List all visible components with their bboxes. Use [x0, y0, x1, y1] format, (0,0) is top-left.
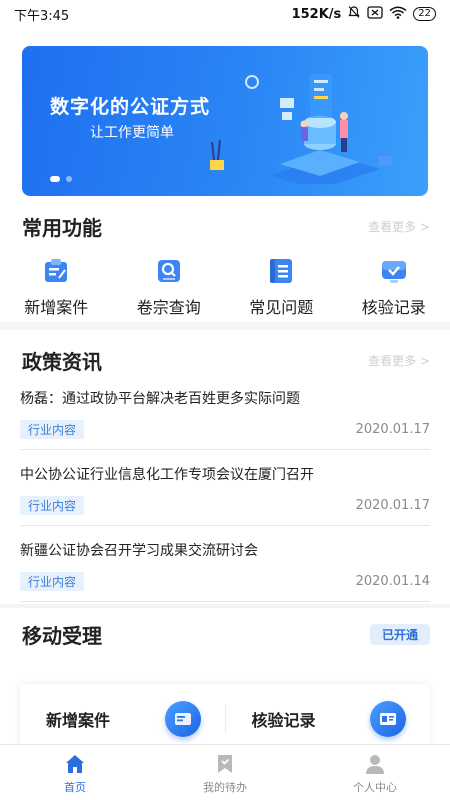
banner-dot — [66, 176, 72, 182]
quick-item-file-search[interactable]: 卷宗查询 — [113, 250, 226, 320]
banner-title: 数字化的公证方式 — [50, 96, 211, 118]
quick-item-faq[interactable]: 常见问题 — [225, 250, 338, 320]
tab-home[interactable]: 首页 — [0, 745, 150, 800]
status-time: 下午3:45 — [14, 8, 70, 24]
home-icon — [66, 755, 84, 773]
news-item[interactable]: 杨磊：通过政协平台解决老百姓更多实际问题 行业内容 2020.01.17 — [20, 388, 430, 450]
file-search-icon — [157, 260, 180, 282]
news-date: 2020.01.14 — [355, 574, 430, 589]
quick-functions-header: 常用功能 查看更多 > — [22, 212, 430, 241]
banner-illustration — [210, 74, 392, 184]
news-date: 2020.01.17 — [355, 422, 430, 437]
mobile-accept-header: 移动受理 已开通 — [22, 620, 430, 649]
faq-icon — [270, 259, 293, 283]
bottom-tab-bar: 首页 我的待办 个人中心 — [0, 744, 450, 800]
news-meta: 行业内容 2020.01.17 — [20, 420, 430, 439]
quick-item-label: 核验记录 — [361, 298, 426, 317]
news-tag: 行业内容 — [20, 572, 85, 591]
network-speed: 152K/s — [291, 6, 342, 22]
news-tag: 行业内容 — [20, 496, 85, 515]
battery-indicator: 22 — [413, 7, 436, 21]
status-right: 152K/s 22 — [292, 5, 436, 23]
tab-label: 我的待办 — [203, 781, 247, 794]
mute-bell-icon — [347, 5, 361, 23]
news-title: 新疆公证协会召开学习成果交流研讨会 — [20, 543, 258, 559]
case-form-icon — [164, 701, 201, 737]
news-tag: 行业内容 — [20, 420, 85, 439]
mobile-card-new-case[interactable]: 新增案件 — [20, 701, 225, 737]
quick-functions-more-link[interactable]: 查看更多 > — [368, 218, 430, 235]
new-case-icon — [45, 259, 68, 282]
banner-indicator — [50, 176, 72, 182]
mobile-card-label: 核验记录 — [251, 711, 316, 730]
news-date: 2020.01.17 — [355, 498, 430, 513]
news-item[interactable]: 新疆公证协会召开学习成果交流研讨会 行业内容 2020.01.14 — [20, 540, 430, 602]
sim-off-icon — [367, 5, 383, 23]
news-meta: 行业内容 2020.01.14 — [20, 572, 430, 591]
quick-item-label: 常见问题 — [249, 298, 314, 317]
banner-dot-active — [50, 176, 60, 182]
news-title: 杨磊：通过政协平台解决老百姓更多实际问题 — [20, 391, 300, 407]
mobile-card-label: 新增案件 — [46, 711, 111, 730]
banner-subtitle: 让工作更简单 — [90, 125, 174, 141]
policy-news-more-link[interactable]: 查看更多 > — [368, 352, 430, 369]
status-badge: 已开通 — [369, 624, 430, 645]
section-divider — [0, 604, 450, 608]
wifi-icon — [389, 6, 407, 23]
person-icon — [366, 755, 384, 774]
policy-news-header: 政策资讯 查看更多 > — [22, 346, 430, 375]
quick-item-verify-record[interactable]: 核验记录 — [338, 250, 450, 320]
policy-news-title: 政策资讯 — [22, 350, 102, 374]
news-meta: 行业内容 2020.01.17 — [20, 496, 430, 515]
quick-functions-title: 常用功能 — [22, 216, 102, 240]
bookmark-icon — [218, 755, 232, 773]
tab-profile[interactable]: 个人中心 — [300, 745, 450, 800]
section-divider — [0, 322, 450, 330]
quick-functions: 新增案件 卷宗查询 常见问题 核验记录 — [0, 250, 450, 320]
banner-carousel[interactable]: 数字化的公证方式 让工作更简单 — [22, 46, 428, 196]
quick-item-new-case[interactable]: 新增案件 — [0, 250, 113, 320]
quick-item-label: 卷宗查询 — [136, 298, 201, 317]
verify-record-icon — [381, 261, 406, 283]
tab-todo[interactable]: 我的待办 — [150, 745, 300, 800]
news-title: 中公协公证行业信息化工作专项会议在厦门召开 — [20, 467, 314, 483]
news-item[interactable]: 中公协公证行业信息化工作专项会议在厦门召开 行业内容 2020.01.17 — [20, 464, 430, 526]
tab-label: 首页 — [64, 781, 86, 794]
quick-item-label: 新增案件 — [24, 298, 89, 317]
mobile-accept-title: 移动受理 — [22, 624, 102, 648]
mobile-card-verify-record[interactable]: 核验记录 — [226, 701, 431, 737]
status-bar: 下午3:45 152K/s 22 — [0, 0, 450, 28]
tab-label: 个人中心 — [353, 781, 397, 794]
id-card-icon — [370, 701, 406, 737]
